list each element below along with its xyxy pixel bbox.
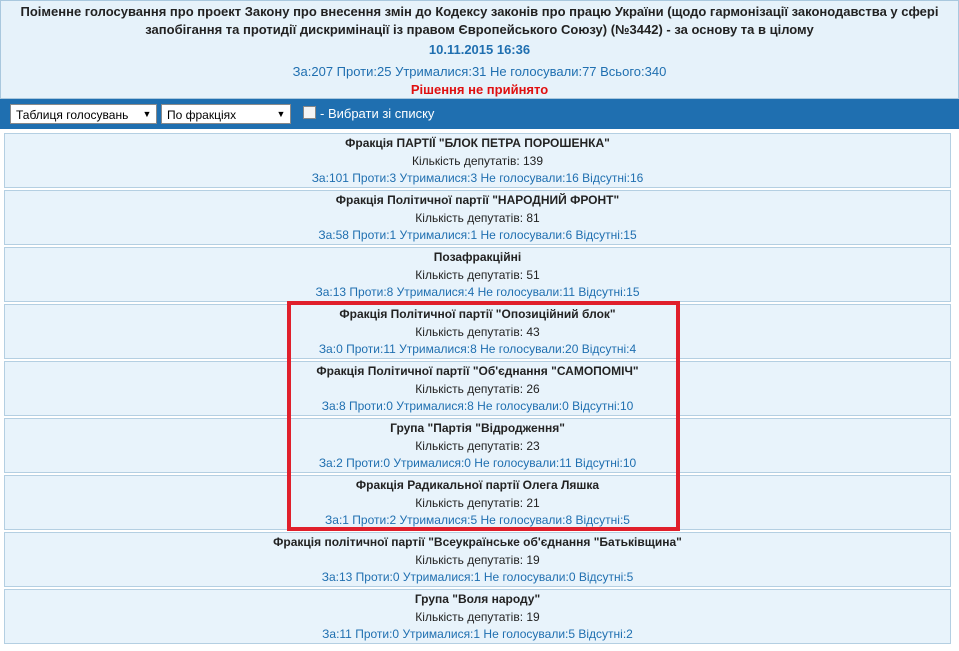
faction-votes[interactable]: За:8 Проти:0 Утрималися:8 Не голосували:…	[5, 398, 950, 415]
vote-header: Поіменне голосування про проект Закону п…	[0, 0, 959, 99]
vote-datetime: 10.11.2015 16:36	[428, 42, 531, 57]
faction-row[interactable]: Фракція ПАРТІЇ "БЛОК ПЕТРА ПОРОШЕНКА" Кі…	[4, 133, 951, 188]
faction-list: Фракція ПАРТІЇ "БЛОК ПЕТРА ПОРОШЕНКА" Кі…	[4, 133, 951, 651]
group-select-value: По фракціях	[167, 108, 237, 122]
faction-votes[interactable]: За:13 Проти:0 Утрималися:1 Не голосували…	[5, 569, 950, 586]
faction-name: Фракція ПАРТІЇ "БЛОК ПЕТРА ПОРОШЕНКА"	[345, 136, 610, 150]
faction-votes[interactable]: За:1 Проти:2 Утрималися:5 Не голосували:…	[5, 512, 950, 529]
faction-row[interactable]: Фракція Політичної партії "Опозиційний б…	[4, 304, 951, 359]
vote-totals: За:207 Проти:25 Утрималися:31 Не голосув…	[292, 64, 667, 79]
faction-count: Кількість депутатів: 51	[415, 268, 540, 282]
faction-count: Кількість депутатів: 19	[415, 553, 540, 567]
vote-decision: Рішення не прийнято	[410, 82, 549, 97]
faction-name: Група "Воля народу"	[414, 592, 541, 606]
faction-count: Кількість депутатів: 139	[411, 154, 544, 168]
choose-from-list[interactable]: - Вибрати зі списку	[303, 105, 434, 123]
faction-name: Група "Партія "Відродження"	[390, 421, 565, 435]
choose-label: - Вибрати зі списку	[320, 106, 435, 121]
faction-name: Фракція Політичної партії "Об'єднання "С…	[316, 364, 639, 378]
group-select[interactable]: По фракціях ▼	[161, 104, 291, 124]
faction-count: Кількість депутатів: 19	[415, 610, 540, 624]
faction-name: Фракція Радикальної партії Олега Ляшка	[355, 478, 600, 492]
faction-votes[interactable]: За:58 Проти:1 Утрималися:1 Не голосували…	[5, 227, 950, 244]
faction-count: Кількість депутатів: 81	[415, 211, 540, 225]
chevron-down-icon: ▼	[142, 109, 152, 119]
faction-name: Позафракційні	[433, 250, 522, 264]
faction-votes[interactable]: За:13 Проти:8 Утрималися:4 Не голосували…	[5, 284, 950, 301]
chevron-down-icon: ▼	[276, 109, 286, 119]
faction-row[interactable]: Група "Партія "Відродження" Кількість де…	[4, 418, 951, 473]
faction-count: Кількість депутатів: 21	[415, 496, 540, 510]
faction-count: Кількість депутатів: 23	[415, 439, 540, 453]
view-select[interactable]: Таблиця голосувань ▼	[10, 104, 157, 124]
toolbar: Таблиця голосувань ▼ По фракціях ▼ - Виб…	[0, 99, 959, 129]
faction-name: Фракція Політичної партії "НАРОДНИЙ ФРОН…	[335, 193, 620, 207]
faction-row[interactable]: Фракція Політичної партії "НАРОДНИЙ ФРОН…	[4, 190, 951, 245]
faction-name: Фракція Політичної партії "Опозиційний б…	[339, 307, 616, 321]
faction-row[interactable]: Група "Воля народу" Кількість депутатів:…	[4, 589, 951, 644]
faction-row[interactable]: Фракція Політичної партії "Об'єднання "С…	[4, 361, 951, 416]
view-select-value: Таблиця голосувань	[16, 108, 129, 122]
faction-votes[interactable]: За:101 Проти:3 Утрималися:3 Не голосувал…	[5, 170, 950, 187]
bill-title: Поіменне голосування про проект Закону п…	[20, 4, 939, 37]
faction-row[interactable]: Фракція Радикальної партії Олега Ляшка К…	[4, 475, 951, 530]
faction-row[interactable]: Позафракційні Кількість депутатів: 51 За…	[4, 247, 951, 302]
faction-votes[interactable]: За:0 Проти:11 Утрималися:8 Не голосували…	[5, 341, 950, 358]
faction-count: Кількість депутатів: 26	[415, 382, 540, 396]
choose-checkbox[interactable]	[303, 106, 316, 119]
faction-name: Фракція політичної партії "Всеукраїнське…	[273, 535, 682, 549]
faction-row[interactable]: Фракція політичної партії "Всеукраїнське…	[4, 532, 951, 587]
faction-votes[interactable]: За:2 Проти:0 Утрималися:0 Не голосували:…	[5, 455, 950, 472]
faction-count: Кількість депутатів: 43	[415, 325, 540, 339]
faction-votes[interactable]: За:11 Проти:0 Утрималися:1 Не голосували…	[5, 626, 950, 643]
